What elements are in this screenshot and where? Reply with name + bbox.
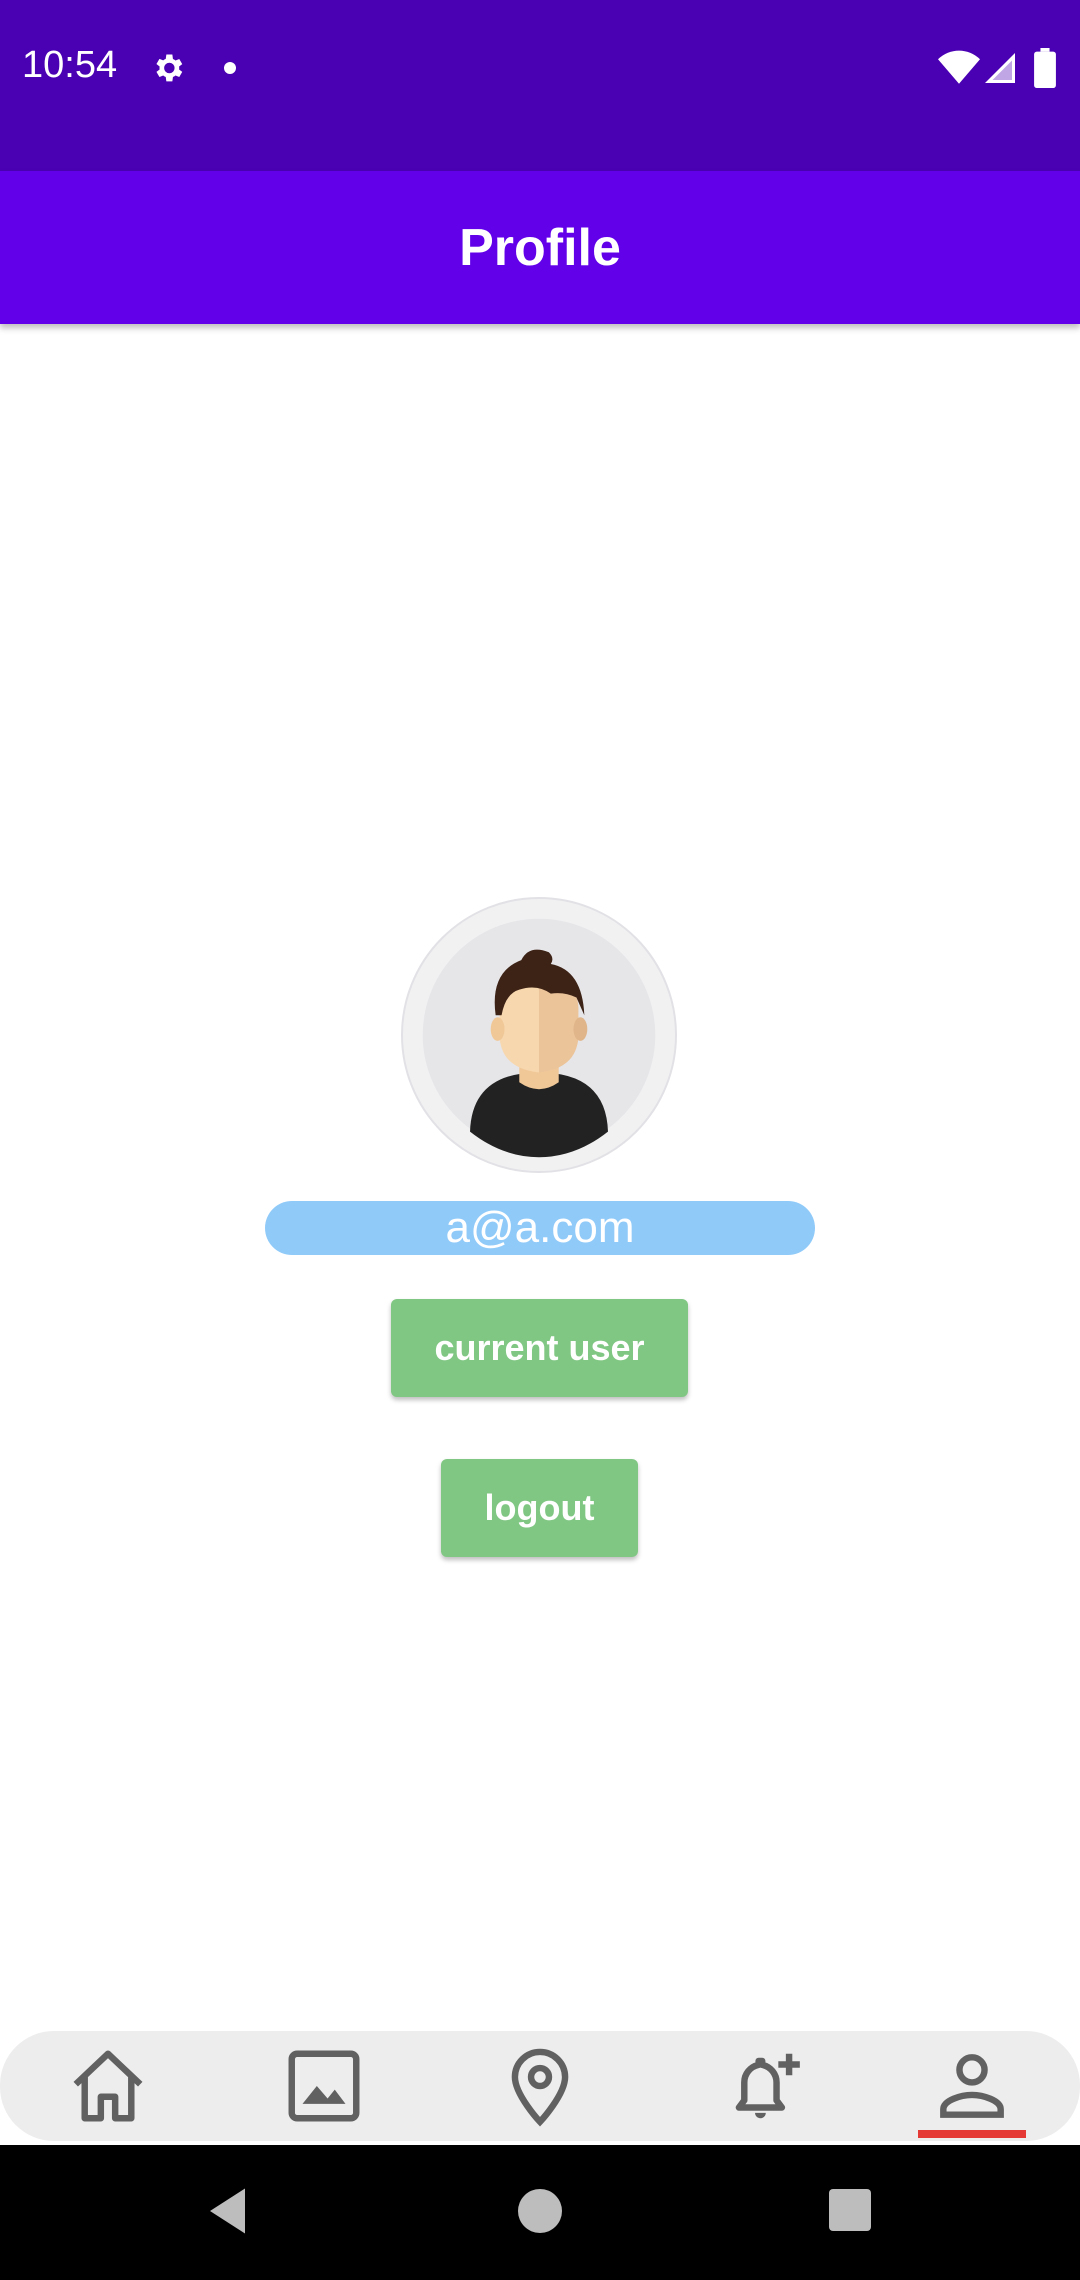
- app-bar: Profile: [0, 171, 1080, 324]
- nav-profile[interactable]: [902, 2031, 1042, 2141]
- page-title: Profile: [459, 218, 621, 277]
- status-time: 10:54: [22, 44, 118, 86]
- notification-dot-icon: [224, 62, 236, 74]
- settings-gear-icon: [156, 54, 183, 82]
- wifi-icon: [938, 50, 980, 84]
- nav-gallery[interactable]: [254, 2031, 394, 2141]
- profile-icon: [940, 2054, 1004, 2118]
- location-pin-icon: [511, 2048, 569, 2127]
- nav-add-alert[interactable]: [694, 2031, 834, 2141]
- cell-signal-icon: [985, 53, 1015, 83]
- logout-button[interactable]: logout: [441, 1459, 638, 1557]
- nav-home[interactable]: [38, 2031, 178, 2141]
- bottom-navigation: [0, 2031, 1080, 2141]
- user-avatar-icon: [422, 918, 656, 1158]
- email-display: a@a.com: [265, 1201, 815, 1255]
- home-circle-icon[interactable]: [518, 2189, 562, 2233]
- current-user-button[interactable]: current user: [391, 1299, 688, 1397]
- avatar: [401, 897, 677, 1173]
- system-navigation-bar: [0, 2145, 1080, 2280]
- selected-tab-indicator: [918, 2130, 1026, 2138]
- recents-square-icon[interactable]: [829, 2189, 871, 2231]
- status-bar: 10:54: [0, 0, 1080, 171]
- add-alert-icon: [735, 2053, 800, 2119]
- gallery-icon: [288, 2050, 360, 2122]
- home-icon: [73, 2050, 143, 2122]
- back-icon[interactable]: [200, 2181, 260, 2241]
- battery-icon: [1034, 48, 1056, 88]
- nav-location[interactable]: [470, 2031, 610, 2141]
